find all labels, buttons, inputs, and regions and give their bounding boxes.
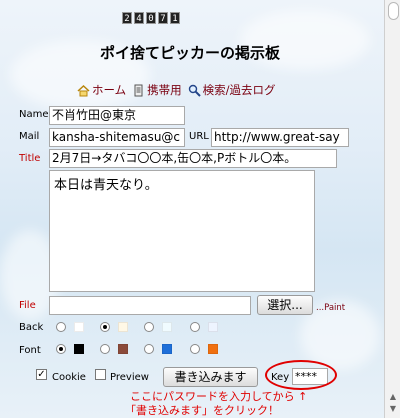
back-color-swatch bbox=[118, 322, 128, 332]
file-path-field[interactable] bbox=[49, 296, 251, 315]
highlight-circle bbox=[265, 360, 337, 390]
mobile-icon bbox=[134, 84, 143, 96]
counter-digit: 4 bbox=[134, 12, 144, 24]
back-label: Back bbox=[19, 322, 44, 333]
mail-label: Mail bbox=[19, 131, 40, 142]
back-color-swatch bbox=[74, 322, 84, 332]
home-icon bbox=[77, 84, 90, 96]
cookie-label: Cookie bbox=[52, 372, 86, 383]
file-label: File bbox=[19, 300, 36, 311]
font-color-swatch bbox=[162, 344, 172, 354]
nav-link-home[interactable]: ホーム bbox=[77, 82, 126, 98]
counter-digit: 0 bbox=[146, 12, 156, 24]
counter-digit: 1 bbox=[170, 12, 180, 24]
title-field[interactable]: 2月7日→タバコ〇〇本,缶〇本,Pボトル〇本。 bbox=[49, 149, 337, 168]
preview-checkbox[interactable] bbox=[95, 369, 106, 380]
font-color-swatch bbox=[208, 344, 218, 354]
cookie-checkbox[interactable]: ✓ bbox=[36, 369, 47, 380]
nav-link-label: 携帯用 bbox=[147, 83, 182, 97]
font-color-swatch bbox=[118, 344, 128, 354]
submit-button[interactable]: 書き込みます bbox=[163, 367, 258, 387]
annotation-line-2: 「書き込みます」をクリック！ bbox=[125, 404, 279, 417]
font-color-radio[interactable] bbox=[190, 344, 200, 354]
browse-button[interactable]: 選択... bbox=[257, 295, 313, 315]
title-label: Title bbox=[19, 153, 41, 164]
scroll-thumb[interactable] bbox=[388, 2, 399, 20]
hit-counter: 2 4 0 7 1 bbox=[122, 12, 180, 24]
font-color-swatch bbox=[74, 344, 84, 354]
back-color-radio[interactable] bbox=[56, 322, 66, 332]
font-label: Font bbox=[19, 345, 41, 356]
preview-label: Preview bbox=[110, 372, 149, 383]
back-color-swatch bbox=[208, 322, 218, 332]
back-color-swatch bbox=[162, 322, 172, 332]
vertical-scrollbar[interactable]: ▲ ▼ bbox=[384, 0, 400, 418]
font-color-radio[interactable] bbox=[56, 344, 66, 354]
url-field[interactable]: http://www.great-say bbox=[211, 128, 349, 147]
url-label: URL bbox=[189, 131, 209, 142]
nav-link-mobile[interactable]: 携帯用 bbox=[132, 82, 182, 98]
name-label: Name bbox=[19, 109, 49, 120]
back-color-radio[interactable] bbox=[190, 322, 200, 332]
nav-link-label: ホーム bbox=[92, 83, 127, 97]
back-color-radio[interactable] bbox=[144, 322, 154, 332]
search-icon bbox=[188, 84, 201, 97]
counter-digit: 7 bbox=[158, 12, 168, 24]
paint-link[interactable]: ...Paint bbox=[316, 303, 345, 313]
counter-digit: 2 bbox=[122, 12, 132, 24]
nav-links: ホーム 携帯用 検索/過去ログ bbox=[77, 82, 276, 98]
back-color-radio[interactable] bbox=[100, 322, 110, 332]
mail-field[interactable]: kansha-shitemasu@c bbox=[49, 128, 185, 147]
scroll-down-arrow-icon[interactable]: ▼ bbox=[387, 404, 399, 414]
nav-link-label: 検索/過去ログ bbox=[202, 83, 276, 97]
nav-link-search[interactable]: 検索/過去ログ bbox=[188, 82, 276, 98]
message-textarea[interactable]: 本日は青天なり。 bbox=[49, 170, 315, 292]
page-title: ポイ捨てピッカーの掲示板 bbox=[99, 44, 280, 62]
font-color-radio[interactable] bbox=[100, 344, 110, 354]
font-color-radio[interactable] bbox=[144, 344, 154, 354]
scroll-up-arrow-icon[interactable]: ▲ bbox=[387, 392, 399, 402]
name-field[interactable]: 不肖竹田@東京 bbox=[49, 106, 185, 125]
